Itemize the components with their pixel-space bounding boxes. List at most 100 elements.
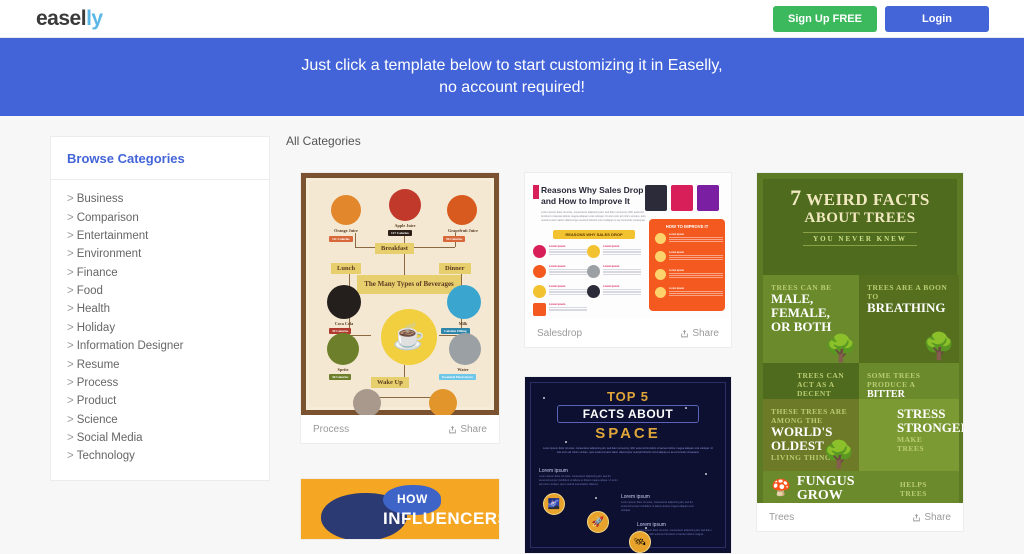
logo-primary-text: easel [36,7,87,30]
sidebar-item-product[interactable]: > Product [51,392,269,410]
space-section-1: Lorem ipsum Lorem ipsum dolor sit amet, … [539,469,619,487]
sidebar-item-business[interactable]: > Business [51,190,269,208]
sidebar-item-food[interactable]: > Food [51,282,269,300]
gallery-heading: All Categories [286,134,361,148]
template-card-influencers[interactable]: HOW INFLUENCERS [300,478,500,540]
share-icon [449,425,457,433]
reason-text: Lorem ipsum [603,265,641,276]
fact-small-5: THESE TREES ARE AMONG THE [771,407,848,425]
infographic-canvas: 7 WEIRD FACTS ABOUT TREES YOU NEVER KNEW… [763,179,963,503]
category-list: > Business > Comparison > Entertainment > En… [51,180,269,470]
sidebar-item-information-designer[interactable]: > Information Designer [51,337,269,355]
section-body-2: Lorem ipsum dolor sit amet, consectetur … [621,501,694,512]
improve-panel: HOW TO IMPROVE IT Lorem ipsum Lorem ipsu… [649,219,725,311]
fact-cell-7: 🍄 FUNGUS GROW HELPS TREES [763,471,959,503]
sidebar-item-label: Finance [76,266,118,279]
sidebar-item-science[interactable]: > Science [51,411,269,429]
reason-text: Lorem ipsum [603,245,641,256]
template-thumbnail[interactable]: Reasons Why Sales Drop and How to Improv… [525,173,731,319]
main-area: Browse Categories > Business > Comparison … [0,116,1024,554]
node-lunch: Lunch [331,263,362,274]
sidebar-title: Browse Categories [51,137,269,180]
fact-cell-4: SOME TREES PRODUCE A BITTER CHEMICAL TO … [859,363,959,433]
infographic-header: 7 WEIRD FACTS ABOUT TREES YOU NEVER KNEW [763,187,957,246]
section-chip: REASONS WHY SALES DROP [553,230,635,239]
template-card-trees[interactable]: 7 WEIRD FACTS ABOUT TREES YOU NEVER KNEW… [756,172,964,532]
fact-small-2: TREES ARE A BOON TO [867,283,948,301]
chevron-right-icon: > [67,321,74,334]
rocket-icon: 🚀 [587,511,609,533]
drink-label-grapefruit-juice: Grapefruit Juice [448,228,478,233]
chevron-right-icon: > [67,376,74,389]
fact-big-2: BREATHING [867,300,946,315]
template-card-beverages[interactable]: Orange Juice 111 Calories Apple Juice 11… [300,172,500,444]
template-card-space[interactable]: TOP 5 FACTS ABOUT SPACE Lorem ipsum dolo… [524,376,732,554]
chevron-right-icon: > [67,193,74,206]
sidebar-item-environment[interactable]: > Environment [51,245,269,263]
drink-tag-water: Essential Electrolytes [439,374,476,380]
sidebar-item-health[interactable]: > Health [51,300,269,318]
browse-categories-panel: Browse Categories > Business > Comparison … [50,136,270,481]
share-button[interactable]: Share [448,424,487,435]
fact-small-3: TREES CAN ACT AS A DECENT [797,371,845,398]
space-section-2: Lorem ipsum Lorem ipsum dolor sit amet, … [621,495,699,513]
share-button[interactable]: Share [680,328,719,339]
reason-icon [533,265,546,278]
improve-item: Lorem ipsum [655,269,723,280]
logo[interactable]: easelly [36,7,103,31]
sidebar-item-social-media[interactable]: > Social Media [51,429,269,447]
share-label: Share [924,511,951,523]
sidebar-item-entertainment[interactable]: > Entertainment [51,227,269,245]
drink-label-sprite: Sprite [337,367,349,372]
title-line-1: TOP 5 [606,389,650,404]
improve-item: Lorem ipsum [655,251,723,262]
sidebar-item-holiday[interactable]: > Holiday [51,319,269,337]
reason-item: Lorem ipsum [533,265,587,278]
drink-label-water: Water [457,367,469,372]
sidebar-item-finance[interactable]: > Finance [51,264,269,282]
drink-label-apple-juice: Apple Juice [394,223,416,228]
template-thumbnail[interactable]: 7 WEIRD FACTS ABOUT TREES YOU NEVER KNEW… [757,173,963,503]
sidebar-item-comparison[interactable]: > Comparison [51,208,269,226]
sidebar-item-resume[interactable]: > Resume [51,355,269,373]
section-heading-1: Lorem ipsum [539,468,568,474]
sidebar-item-label: Resume [76,358,120,371]
share-button[interactable]: Share [912,512,951,523]
section-heading-2: Lorem ipsum [621,494,650,500]
reason-icon [533,285,546,298]
fact-big-6: STRESS STRONGER [897,406,963,435]
reason-icon [533,245,546,258]
reason-item: Lorem ipsum [587,285,641,298]
improve-text: Lorem ipsum [669,287,723,298]
template-gallery: All Categories Orange Juice 111 Calories… [286,134,986,554]
reason-icon [587,285,600,298]
site-header: easelly Sign Up FREE Login [0,0,1024,38]
template-thumbnail[interactable]: Orange Juice 111 Calories Apple Juice 11… [301,173,499,415]
sidebar-item-label: Environment [76,248,142,261]
sidebar-item-process[interactable]: > Process [51,374,269,392]
title-number: 7 [790,185,802,210]
template-card-salesdrop[interactable]: Reasons Why Sales Drop and How to Improv… [524,172,732,348]
reason-item: Lorem ipsum [587,245,641,258]
sidebar-item-technology[interactable]: > Technology [51,447,269,465]
reason-item: Lorem ipsum [533,303,587,316]
template-thumbnail[interactable]: TOP 5 FACTS ABOUT SPACE Lorem ipsum dolo… [525,377,731,553]
coffee-cup-icon: ☕ [381,309,437,365]
drink-tag-orange-juice: 111 Calories [329,236,353,242]
card-footer: Salesdrop Share [525,319,731,347]
card-category-label: Trees [769,511,795,523]
fact-cell-6: STRESS STRONGER MAKE TREES [859,399,963,471]
template-thumbnail[interactable]: HOW INFLUENCERS [301,479,499,539]
sign-up-button[interactable]: Sign Up FREE [773,6,877,32]
mini-chart-1 [645,185,667,211]
sidebar-item-label: Comparison [76,211,139,224]
fact-big-1: MALE, FEMALE, OR BOTH [771,291,832,334]
improve-item: Lorem ipsum [655,287,723,298]
chevron-right-icon: > [67,266,74,279]
improve-icon [655,233,666,244]
login-button[interactable]: Login [885,6,989,32]
sidebar-item-label: Health [76,303,110,316]
improve-text: Lorem ipsum [669,233,723,244]
infographic-intro: Lorem ipsum dolor sit amet, consectetur … [541,211,646,222]
share-icon [913,513,921,521]
